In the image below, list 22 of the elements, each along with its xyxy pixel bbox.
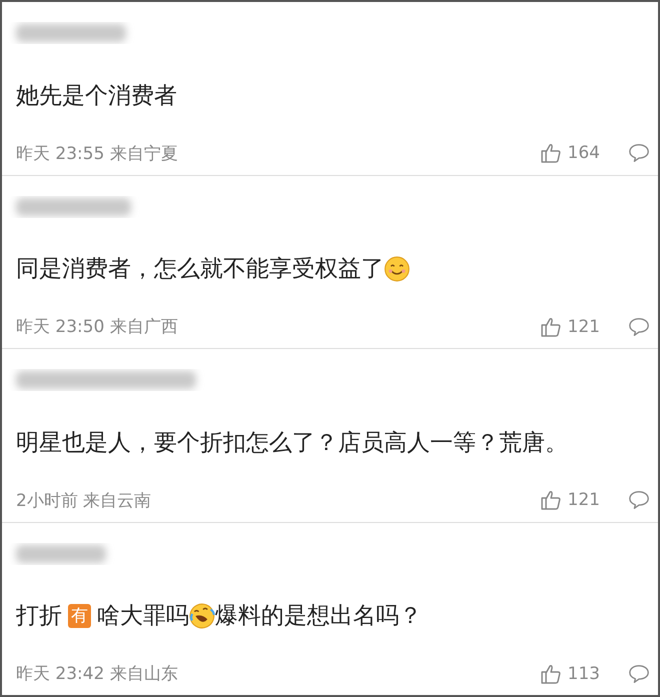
- comment-time-location: 昨天 23:55 来自宁夏: [16, 142, 178, 164]
- like-count: 164: [568, 143, 600, 163]
- smiley-icon: [384, 256, 410, 282]
- like-count: 121: [568, 316, 600, 336]
- like-count: 113: [568, 664, 600, 684]
- thumbs-up-icon[interactable]: [540, 489, 562, 511]
- comment-text: 同是消费者，怎么就不能享受权益了: [16, 252, 622, 286]
- comment-text: 打折 有 啥大罪吗 爆料的是想出名吗？: [16, 602, 423, 632]
- comment-icon[interactable]: [628, 142, 650, 164]
- comment-icon[interactable]: [628, 316, 650, 338]
- laughing-crying-icon: [189, 603, 215, 630]
- thumbs-up-icon[interactable]: [540, 142, 562, 164]
- comment-time-location: 昨天 23:42 来自山东: [16, 663, 178, 685]
- comment-text: 明星也是人，要个折扣怎么了？店员高人一等？荒唐。: [16, 428, 569, 458]
- comment-time-location: 2小时前 来自云南: [16, 490, 152, 512]
- comment-time-location: 昨天 23:50 来自广西: [16, 316, 178, 338]
- thumbs-up-icon[interactable]: [540, 662, 562, 684]
- comment-icon[interactable]: [628, 662, 650, 684]
- thumbs-up-icon[interactable]: [540, 316, 562, 338]
- comment-text: 她先是个消费者: [16, 82, 178, 111]
- comment-icon[interactable]: [628, 489, 650, 511]
- like-count: 121: [568, 490, 600, 510]
